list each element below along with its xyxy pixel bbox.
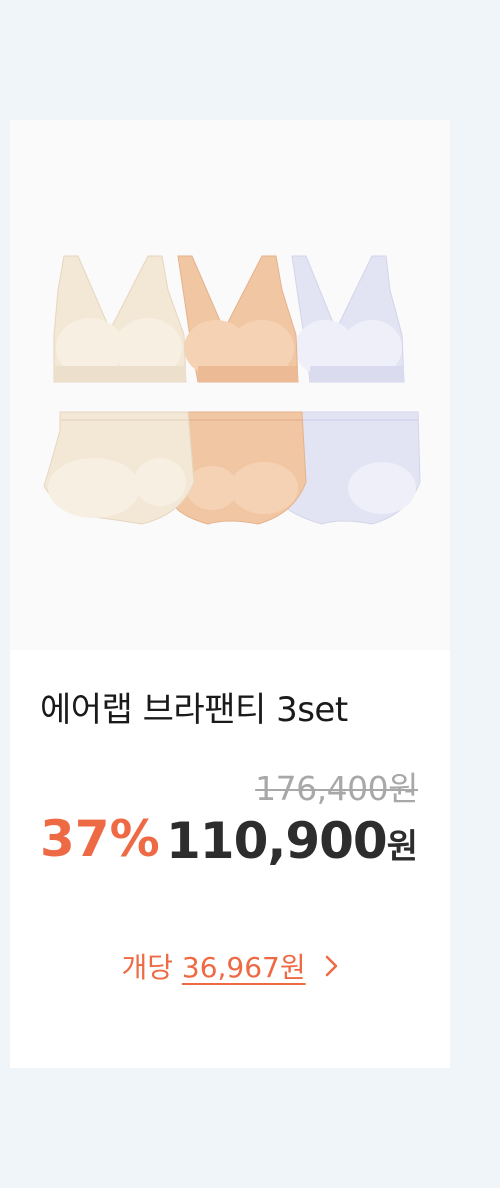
sale-price-amount: 110,900 [165, 812, 388, 870]
unit-price-link[interactable]: 개당 36,967원 [10, 946, 450, 986]
sale-price-currency: 원 [386, 827, 418, 867]
discount-rate: 37% [40, 810, 160, 868]
cream-panty [43, 411, 195, 525]
bra-panty-set-image [43, 255, 421, 525]
product-title[interactable]: 에어랩 브라팬티 3set [40, 682, 348, 731]
product-card[interactable]: 에어랩 브라팬티 3set 176,400원 37% 110,900원 개당 3… [10, 120, 450, 1068]
original-price: 176,400원 [255, 769, 418, 808]
lavender-bra [291, 255, 405, 383]
cream-bra [53, 255, 187, 383]
product-image[interactable] [10, 120, 450, 650]
sale-price: 110,900원 [166, 812, 418, 870]
peach-bra [177, 255, 299, 383]
unit-price-amount: 36,967원 [181, 951, 306, 984]
peach-panty [175, 411, 307, 525]
chevron-right-icon [325, 951, 339, 984]
lavender-panty [285, 411, 421, 525]
unit-price-prefix: 개당 [121, 951, 173, 984]
